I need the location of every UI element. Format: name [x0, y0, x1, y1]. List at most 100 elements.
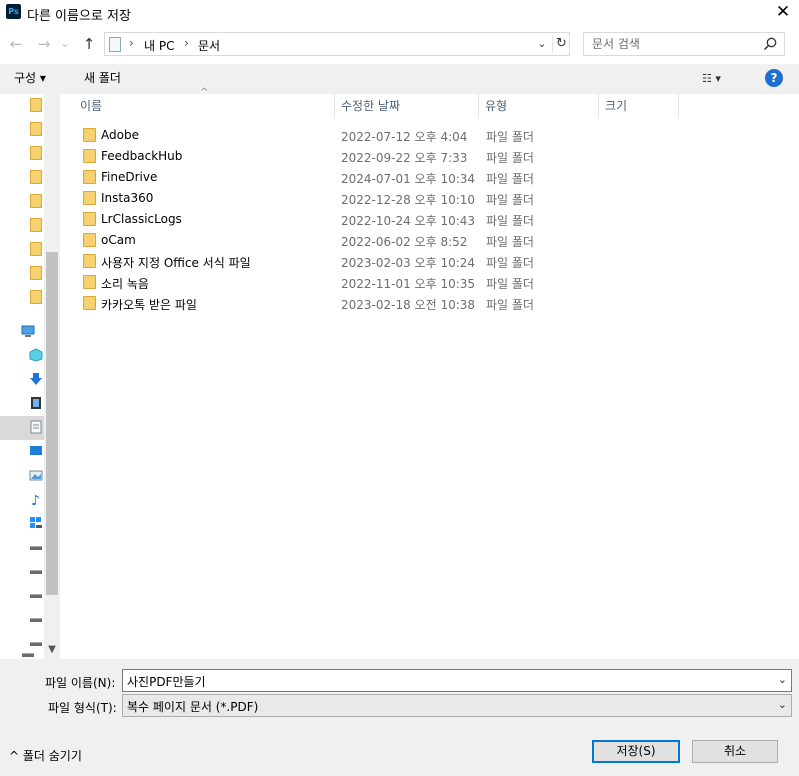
file-name[interactable]: FineDrive: [101, 170, 157, 184]
nav-item[interactable]: [0, 142, 44, 166]
file-row[interactable]: oCam 2022-06-02 오후 8:52 파일 폴더: [74, 230, 754, 251]
file-date: 2022-11-01 오후 10:35: [341, 277, 476, 291]
search-box[interactable]: [583, 32, 785, 56]
nav-item[interactable]: [0, 344, 44, 368]
filetype-select[interactable]: 복수 페이지 문서 (*.PDF) ⌄: [122, 694, 792, 717]
documents-icon: [109, 37, 121, 52]
drive-icon: [30, 570, 42, 574]
nav-item[interactable]: [0, 214, 44, 238]
back-button[interactable]: ←: [6, 34, 26, 54]
navigation-pane[interactable]: ♪ ▼: [0, 94, 60, 659]
nav-item[interactable]: [0, 584, 44, 608]
filename-field[interactable]: 사진PDF만들기 ⌄: [122, 669, 792, 692]
music-icon: ♪: [31, 493, 40, 506]
hide-folders-button[interactable]: ^ 폴더 숨기기: [9, 747, 82, 764]
nav-item[interactable]: [0, 190, 44, 214]
save-button[interactable]: 저장(S): [592, 740, 680, 763]
videos-icon: [31, 397, 41, 409]
folder-icon: [83, 212, 96, 226]
file-list[interactable]: ^ 이름 수정한 날짜 유형 크기 Adobe 2022-07-12 오후 4:0…: [60, 87, 799, 659]
folder-icon: [83, 170, 96, 184]
file-row[interactable]: 카카오톡 받은 파일 2023-02-18 오전 10:38 파일 폴더: [74, 293, 754, 314]
organize-button[interactable]: 구성 ▾: [14, 69, 46, 89]
recent-locations-button[interactable]: ⌄: [58, 34, 72, 54]
nav-item[interactable]: ♪: [0, 488, 44, 512]
file-row[interactable]: 소리 녹음 2022-11-01 오후 10:35 파일 폴더: [74, 272, 754, 293]
3d-objects-icon: [29, 348, 43, 362]
file-name[interactable]: 카카오톡 받은 파일: [101, 296, 197, 313]
chevron-down-icon[interactable]: ⌄: [778, 698, 787, 711]
nav-item[interactable]: [0, 392, 44, 416]
file-name[interactable]: 사용자 지정 Office 서식 파일: [101, 254, 251, 271]
filetype-value[interactable]: 복수 페이지 문서 (*.PDF): [127, 698, 258, 715]
nav-item[interactable]: [0, 464, 44, 488]
nav-item[interactable]: [0, 608, 44, 632]
folder-icon: [30, 122, 42, 136]
file-row[interactable]: LrClassicLogs 2022-10-24 오후 10:43 파일 폴더: [74, 209, 754, 230]
nav-scrollbar-thumb[interactable]: [46, 252, 58, 595]
folder-icon: [83, 149, 96, 163]
file-row[interactable]: Insta360 2022-12-28 오후 10:10 파일 폴더: [74, 188, 754, 209]
cancel-button[interactable]: 취소: [692, 740, 778, 763]
svg-text:♪: ♪: [31, 493, 40, 506]
breadcrumb-item-documents[interactable]: 문서: [198, 37, 220, 54]
file-name[interactable]: LrClassicLogs: [101, 212, 182, 226]
file-type: 파일 폴더: [486, 256, 534, 270]
column-header-name[interactable]: 이름: [74, 94, 334, 118]
search-icon[interactable]: [762, 36, 778, 52]
file-name[interactable]: Adobe: [101, 128, 139, 142]
nav-item[interactable]: [0, 238, 44, 262]
file-row[interactable]: Adobe 2022-07-12 오후 4:04 파일 폴더: [74, 125, 754, 146]
downloads-icon: [30, 373, 42, 385]
file-type: 파일 폴더: [486, 193, 534, 207]
file-type: 파일 폴더: [486, 298, 534, 312]
file-date: 2022-07-12 오후 4:04: [341, 130, 468, 144]
nav-item[interactable]: [0, 440, 44, 464]
command-bar: 구성 ▾ 새 폴더 ☷ ▾ ?: [0, 64, 799, 94]
nav-item[interactable]: [0, 118, 44, 142]
file-name[interactable]: FeedbackHub: [101, 149, 182, 163]
address-bar[interactable]: › 내 PC › 문서 ⌄ ↻: [104, 32, 570, 56]
nav-item[interactable]: [0, 416, 44, 440]
nav-item[interactable]: [0, 512, 44, 536]
new-folder-button[interactable]: 새 폴더: [84, 69, 121, 89]
folder-icon: [30, 290, 42, 304]
file-name[interactable]: Insta360: [101, 191, 153, 205]
title-bar: Ps 다른 이름으로 저장 ✕: [0, 0, 799, 26]
nav-item[interactable]: [0, 368, 44, 392]
search-input[interactable]: [592, 36, 762, 52]
nav-item[interactable]: [0, 94, 44, 118]
nav-scroll-down-button[interactable]: ▼: [44, 642, 60, 658]
refresh-button[interactable]: ↻: [552, 35, 570, 53]
column-header-type[interactable]: 유형: [479, 94, 598, 118]
chevron-down-icon[interactable]: ⌄: [778, 673, 787, 686]
address-dropdown-button[interactable]: ⌄: [533, 35, 551, 53]
view-options-button[interactable]: ☷ ▾: [702, 70, 742, 88]
folder-icon: [83, 128, 96, 142]
nav-item[interactable]: [0, 286, 44, 310]
help-button[interactable]: ?: [765, 69, 783, 87]
pictures-icon: [29, 470, 43, 481]
column-header-size[interactable]: 크기: [599, 94, 678, 118]
nav-item[interactable]: [0, 642, 44, 659]
up-button[interactable]: ↑: [79, 34, 99, 54]
close-button[interactable]: ✕: [770, 0, 796, 26]
nav-item[interactable]: [0, 320, 44, 344]
file-row[interactable]: FeedbackHub 2022-09-22 오후 7:33 파일 폴더: [74, 146, 754, 167]
file-name[interactable]: oCam: [101, 233, 136, 247]
filename-value[interactable]: 사진PDF만들기: [127, 673, 206, 690]
file-row[interactable]: FineDrive 2024-07-01 오후 10:34 파일 폴더: [74, 167, 754, 188]
nav-item[interactable]: [0, 560, 44, 584]
network-drive-icon: [22, 653, 34, 657]
file-type: 파일 폴더: [486, 130, 534, 144]
nav-item[interactable]: [0, 166, 44, 190]
forward-button[interactable]: →: [34, 34, 54, 54]
nav-item[interactable]: [0, 536, 44, 560]
breadcrumb-item-pc[interactable]: 내 PC: [144, 37, 174, 54]
file-row[interactable]: 사용자 지정 Office 서식 파일 2023-02-03 오후 10:24 파일…: [74, 251, 754, 272]
column-header-date[interactable]: 수정한 날짜: [335, 94, 478, 118]
nav-item[interactable]: [0, 262, 44, 286]
column-divider[interactable]: [678, 94, 679, 118]
file-name[interactable]: 소리 녹음: [101, 275, 149, 292]
filename-label: 파일 이름(N):: [45, 676, 116, 690]
